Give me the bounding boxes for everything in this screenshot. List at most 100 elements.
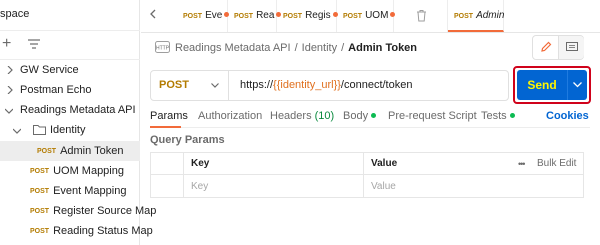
method-badge: POST: [30, 208, 50, 215]
query-params-title: Query Params: [150, 134, 225, 146]
sidebar-item-label: GW Service: [20, 64, 79, 76]
method-badge: POST: [234, 13, 254, 20]
sidebar-item-label: Reading Status Map: [53, 225, 153, 237]
request-tabs: Params Authorization Headers (10) Body P…: [150, 108, 590, 128]
sidebar-item-label: Event Mapping: [53, 185, 127, 197]
tab-register[interactable]: POST Regis: [277, 0, 338, 32]
workspace-title: space: [0, 8, 30, 20]
method-badge: POST: [30, 228, 50, 235]
tab-uom[interactable]: POST UOM: [337, 0, 396, 32]
trash-icon[interactable]: [416, 9, 427, 22]
sidebar-item-label: Identity: [50, 124, 86, 136]
table-header-row: Key Value ••• Bulk Edit: [151, 153, 583, 175]
http-icon: HTTP: [155, 41, 170, 53]
active-tab-indicator: [150, 126, 181, 128]
sidebar-item-readings-metadata-api[interactable]: Readings Metadata API: [0, 100, 140, 120]
bulk-edit-link[interactable]: Bulk Edit: [537, 153, 576, 175]
send-button[interactable]: Send: [517, 70, 587, 100]
tab-params[interactable]: Params: [150, 110, 188, 122]
chevron-down-icon: [5, 108, 13, 114]
chevron-right-icon: [7, 86, 13, 94]
send-button-label: Send: [517, 70, 568, 100]
edit-button[interactable]: [533, 36, 559, 59]
tab-close-area: [394, 0, 448, 32]
breadcrumb-item[interactable]: Identity: [302, 42, 337, 54]
headers-count: (10): [314, 110, 335, 122]
key-input[interactable]: Key: [191, 176, 208, 198]
tab-bar: POST Eve POST Rea POST Regis POST UOM POST Ad…: [141, 0, 600, 33]
comment-icon: [566, 42, 578, 51]
tab-headers-label: Headers: [270, 110, 312, 122]
sidebar-item-identity[interactable]: Identity: [0, 120, 140, 140]
dot-icon: [371, 113, 377, 118]
comments-button[interactable]: [559, 36, 584, 59]
method-badge: POST: [183, 13, 203, 20]
tab-headers[interactable]: Headers (10): [270, 110, 334, 122]
sidebar-item-label: Admin Token: [60, 145, 124, 157]
method-badge: POST: [30, 188, 50, 195]
sidebar-item-admin-token[interactable]: POST Admin Token: [0, 141, 140, 161]
tab-label: UOM: [365, 10, 389, 21]
url-prefix: https://: [240, 79, 274, 91]
breadcrumb: HTTP Readings Metadata API / Identity / Admi…: [155, 40, 417, 56]
tab-tests-label: Tests: [481, 110, 507, 122]
more-icon[interactable]: •••: [518, 153, 526, 175]
tab-scroll-left-icon[interactable]: [150, 9, 156, 19]
tab-body[interactable]: Body: [343, 110, 377, 122]
sidebar-item-label: Readings Metadata API: [20, 104, 136, 116]
value-input[interactable]: Value: [371, 176, 396, 198]
chevron-down-icon: [211, 83, 219, 88]
cookies-link[interactable]: Cookies: [546, 110, 589, 122]
url-input[interactable]: https://{{identity_url}}/connect/token: [240, 71, 412, 100]
table-row: Key Value: [151, 176, 583, 198]
tab-label: Eve: [205, 10, 223, 21]
breadcrumb-separator: /: [294, 42, 298, 54]
url-suffix: /connect/token: [340, 79, 413, 91]
chevron-right-icon: [7, 66, 13, 74]
tab-readings[interactable]: POST Rea: [228, 0, 282, 32]
sidebar-item-postman-echo[interactable]: Postman Echo: [0, 80, 140, 100]
query-params-table: Key Value ••• Bulk Edit Key Value: [150, 152, 584, 198]
tab-body-label: Body: [343, 110, 369, 122]
page-title: Admin Token: [348, 42, 418, 54]
tab-admin-token[interactable]: POST Admin: [448, 0, 504, 32]
sidebar-item-label: Register Source Map: [53, 205, 157, 217]
tab-pre-request-script[interactable]: Pre-request Script: [388, 110, 477, 122]
sidebar-item-gw-service[interactable]: GW Service: [0, 60, 140, 80]
sidebar: space + GW Service Postman Echo Readings…: [0, 0, 156, 245]
tab-label: Regis: [305, 10, 331, 21]
view-toggle: [532, 35, 584, 60]
sidebar-item-uom-mapping[interactable]: POST UOM Mapping: [0, 161, 140, 181]
breadcrumb-item[interactable]: Readings Metadata API: [175, 42, 291, 54]
chevron-down-icon: [13, 128, 21, 134]
method-select[interactable]: POST: [151, 71, 229, 100]
sidebar-item-event-mapping[interactable]: POST Event Mapping: [0, 181, 140, 201]
filter-icon[interactable]: [28, 39, 40, 49]
tab-tests[interactable]: Tests: [481, 110, 515, 122]
method-badge: POST: [30, 168, 50, 175]
breadcrumb-separator: /: [341, 42, 345, 54]
method-badge: POST: [283, 13, 303, 20]
sidebar-item-label: Postman Echo: [20, 84, 92, 96]
tab-event[interactable]: POST Eve: [177, 0, 230, 32]
method-badge: POST: [343, 13, 363, 20]
method-select-value: POST: [159, 79, 189, 91]
sidebar-toolbar: +: [0, 30, 140, 60]
edit-icon: [541, 41, 552, 52]
plus-icon[interactable]: +: [2, 36, 11, 52]
tab-authorization[interactable]: Authorization: [198, 110, 262, 122]
method-badge: POST: [37, 148, 57, 155]
sidebar-item-reading-status-map[interactable]: POST Reading Status Map: [0, 221, 153, 241]
folder-icon: [33, 125, 46, 135]
key-header: Key: [191, 158, 210, 169]
dot-icon: [509, 113, 515, 118]
http-badge-text: HTTP: [156, 46, 170, 52]
method-badge: POST: [454, 13, 474, 20]
sidebar-item-label: UOM Mapping: [53, 165, 124, 177]
tab-label: Rea: [256, 10, 275, 21]
url-bar: POST https://{{identity_url}}/connect/to…: [150, 70, 509, 101]
caret-down-icon[interactable]: [573, 82, 582, 88]
value-header: Value: [371, 158, 398, 169]
sidebar-item-register-source-map[interactable]: POST Register Source Map: [0, 201, 156, 221]
url-variable[interactable]: {{identity_url}}: [273, 79, 341, 91]
